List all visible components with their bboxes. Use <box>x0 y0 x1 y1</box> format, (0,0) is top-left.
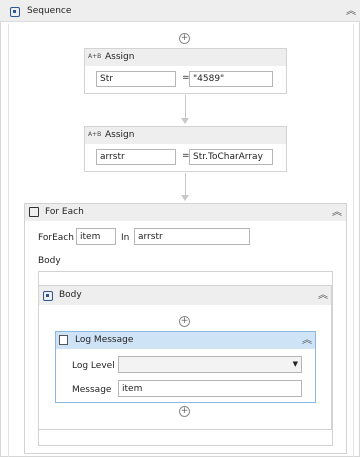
sequence-icon <box>10 7 20 17</box>
log-message-title: Log Message <box>75 335 134 345</box>
foreach-body-label: Body <box>38 256 61 266</box>
connector-line <box>185 173 186 196</box>
assign-header: A+B Assign <box>85 127 286 144</box>
connector-arrow-icon <box>181 118 189 124</box>
assign-to-field[interactable]: Str <box>96 71 176 87</box>
assign-header: A+B Assign <box>85 49 286 66</box>
message-label: Message <box>72 385 112 395</box>
assign-icon: A+B <box>88 131 102 138</box>
assign-icon: A+B <box>88 53 102 60</box>
connector-line <box>185 95 186 119</box>
foreach-title: For Each <box>45 207 84 217</box>
sequence-icon <box>43 291 53 301</box>
add-activity-icon[interactable]: + <box>179 33 190 44</box>
assign-title: Assign <box>105 130 135 140</box>
log-message-icon <box>59 335 68 345</box>
log-message-activity[interactable]: Log Message ︽ Log Level ▼ Message item <box>55 331 316 403</box>
collapse-icon[interactable]: ︽ <box>318 291 328 301</box>
assign-activity-2[interactable]: A+B Assign arrstr = Str.ToCharArray <box>84 126 287 172</box>
assign-value-field[interactable]: "4589" <box>189 71 273 87</box>
sequence-title: Sequence <box>27 6 72 16</box>
sequence-header[interactable]: Sequence ︽ <box>0 0 360 22</box>
assign-title: Assign <box>105 52 135 62</box>
collapse-icon[interactable]: ︽ <box>302 336 312 346</box>
foreach-collection-field[interactable]: arrstr <box>134 228 250 245</box>
collapse-icon[interactable]: ︽ <box>332 208 342 218</box>
add-activity-icon[interactable]: + <box>179 406 190 417</box>
foreach-item-field[interactable]: item <box>76 228 116 245</box>
foreach-header: For Each ︽ <box>25 204 346 221</box>
body-sequence-title: Body <box>59 290 82 300</box>
log-message-header: Log Message ︽ <box>56 332 315 349</box>
collapse-icon[interactable]: ︽ <box>346 7 356 17</box>
add-activity-icon[interactable]: + <box>179 316 190 327</box>
foreach-label: ForEach <box>38 233 74 243</box>
assign-activity-1[interactable]: A+B Assign Str = "4589" <box>84 48 287 94</box>
connector-arrow-icon <box>181 195 189 201</box>
foreach-in-label: In <box>121 233 130 243</box>
message-field[interactable]: item <box>118 380 302 397</box>
foreach-icon <box>29 207 39 217</box>
log-level-label: Log Level <box>72 361 115 371</box>
log-level-dropdown[interactable]: ▼ <box>118 356 302 373</box>
assign-to-field[interactable]: arrstr <box>96 149 176 165</box>
assign-value-field[interactable]: Str.ToCharArray <box>189 149 273 165</box>
body-sequence-header: Body ︽ <box>39 286 331 305</box>
dropdown-arrow-icon: ▼ <box>292 360 298 368</box>
